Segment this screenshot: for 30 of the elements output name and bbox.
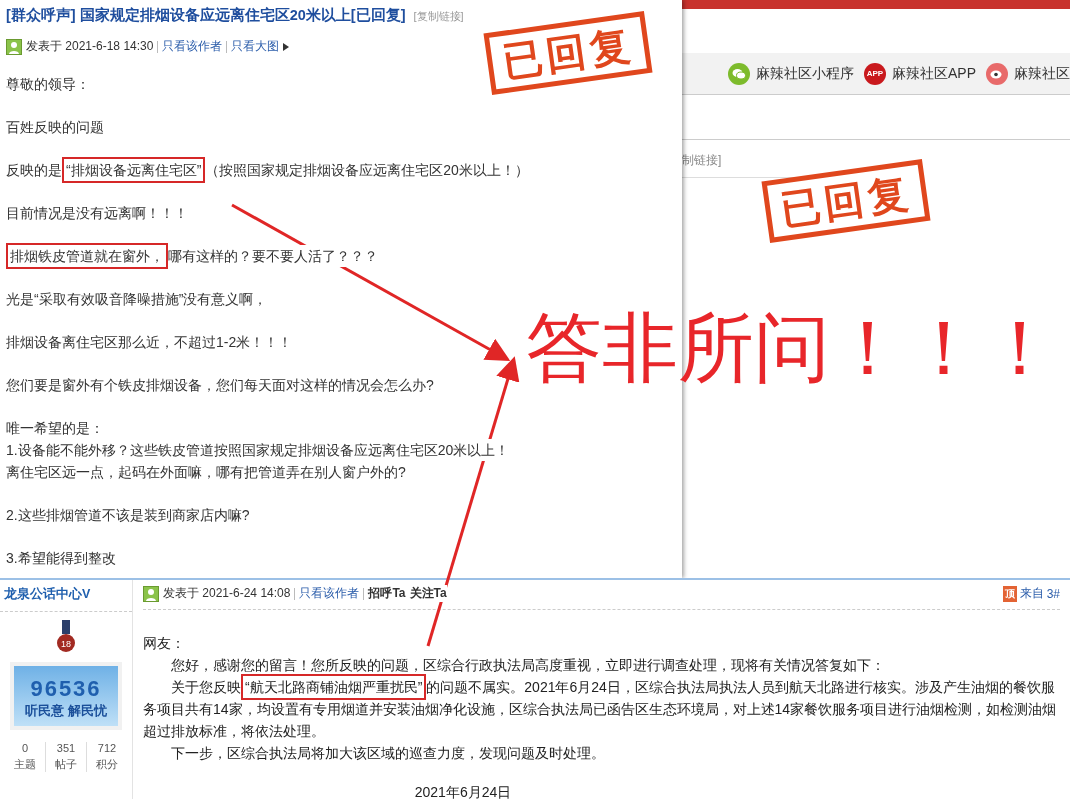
greeting: 网友：: [143, 634, 186, 653]
filter-link[interactable]: 只看该作者: [162, 38, 223, 55]
reply-paragraph: 关于您反映 “航天北路商铺油烟严重扰民” 的问题不属实。2021年6月24日，区综合执法局执法人员到航天北路进行核实。涉及产生油烟的餐饮服务项目共有14家，均设置有专用烟道并安装油烟净化设施，区综合执法局已函告区生态环境局，对上述14家餐饮服务项目进行油烟检测，如检测油烟超过排放标准，将依法处理。: [143, 676, 1060, 742]
reply-paragraph: 下一步，区综合执法局将加大该区域的巡查力度，发现问题及时处理。: [170, 744, 606, 763]
app-link[interactable]: 麻辣社区: [1014, 64, 1070, 83]
post-text: 排烟铁皮管道就在窗外， 哪有这样的？要不要人活了？？？: [6, 245, 378, 267]
app-link[interactable]: 麻辣社区小程序: [756, 64, 854, 83]
floor-number: 3#: [1046, 586, 1060, 601]
stat-value: 351: [56, 742, 76, 754]
app-icon[interactable]: APP: [864, 62, 886, 85]
stat-label: 主题: [14, 757, 36, 772]
post-date: 发表于 2021-6-24 14:08: [163, 585, 291, 602]
source-label: 来自: [1019, 585, 1044, 602]
action-link[interactable]: 招呼Ta: [368, 585, 406, 602]
stat-value: 712: [97, 742, 117, 754]
reply-paragraph: 您好，感谢您的留言！您所反映的问题，区综合行政执法局高度重视，立即进行调查处理，现将有关情况答复如下：: [170, 656, 886, 675]
app-link[interactable]: 麻辣社区APP: [892, 64, 976, 83]
post-date: 发表于 2021-6-18 14:30: [26, 38, 154, 55]
post-title: [群众呼声] 国家规定排烟设备应远离住宅区20米以上[已回复]: [6, 6, 406, 25]
hotline-number: 96536: [30, 676, 102, 702]
banner-slogan: 听民意 解民忧: [25, 702, 107, 720]
author-name[interactable]: 龙泉公话中心V: [0, 580, 132, 612]
filter-link[interactable]: 只看该作者: [299, 585, 360, 602]
stat-value: 0: [21, 742, 29, 754]
action-link[interactable]: 关注Ta: [409, 585, 447, 602]
filter-link[interactable]: 只看大图: [231, 38, 280, 55]
reply-date: 2021年6月24日: [413, 784, 513, 799]
annotation-text: 答非所问！！！: [526, 304, 1058, 392]
stat-label: 积分: [96, 757, 118, 772]
stat-label: 帖子: [55, 757, 77, 772]
